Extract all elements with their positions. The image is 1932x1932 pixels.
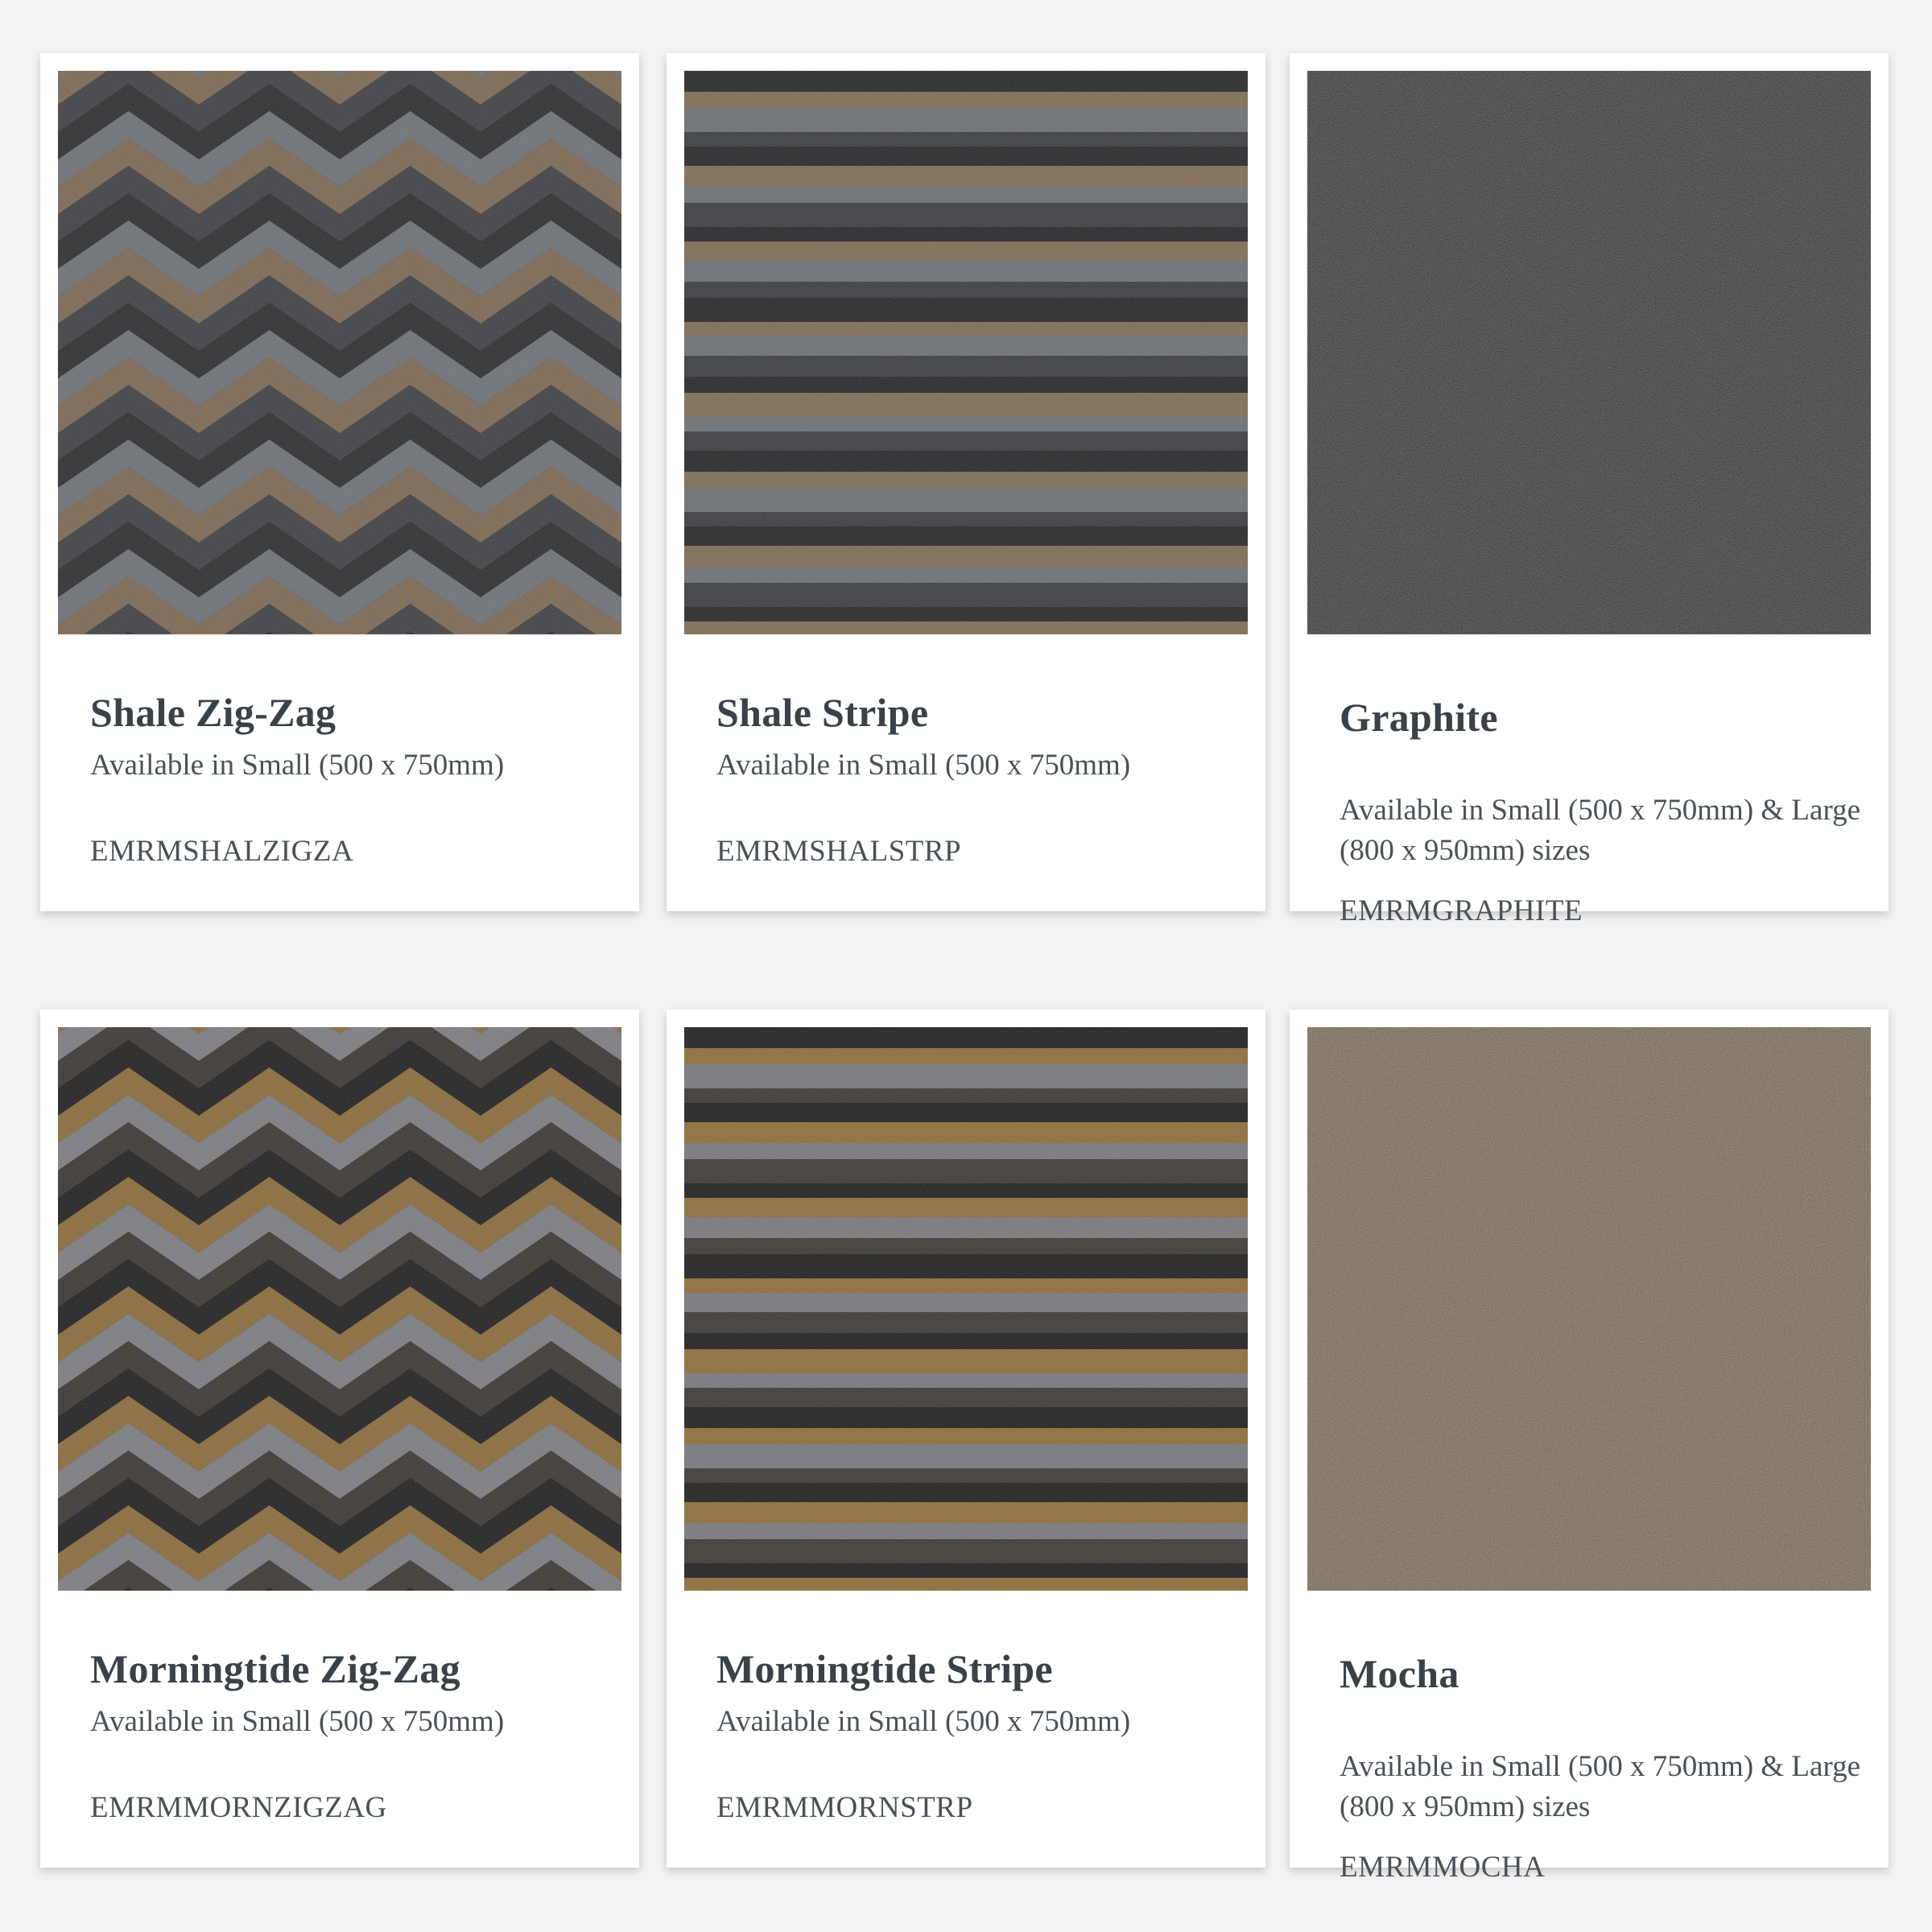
product-name[interactable]: Graphite bbox=[1340, 694, 1498, 741]
speckle-texture-icon[interactable] bbox=[1307, 1027, 1871, 1591]
zigzag-texture-icon[interactable] bbox=[58, 71, 621, 634]
speckle-texture-icon[interactable] bbox=[1307, 71, 1871, 634]
stripe-texture-icon[interactable] bbox=[684, 1027, 1248, 1591]
product-availability: Available in Small (500 x 750mm) bbox=[716, 1705, 1131, 1738]
product-name[interactable]: Morningtide Zig-Zag bbox=[90, 1645, 460, 1692]
product-name[interactable]: Shale Stripe bbox=[716, 689, 928, 736]
product-name[interactable]: Shale Zig-Zag bbox=[90, 689, 336, 736]
product-card[interactable]: Shale Stripe Available in Small (500 x 7… bbox=[667, 53, 1265, 911]
product-code: EMRMMORNZIGZAG bbox=[90, 1791, 387, 1824]
product-card[interactable]: Morningtide Zig-Zag Available in Small (… bbox=[40, 1009, 639, 1868]
swatch-image bbox=[58, 1027, 621, 1591]
product-code: EMRMSHALZIGZA bbox=[90, 835, 354, 868]
swatch-image bbox=[684, 1027, 1248, 1591]
product-availability: Available in Small (500 x 750mm) & Large… bbox=[1340, 1750, 1861, 1823]
zigzag-texture-icon[interactable] bbox=[58, 1027, 621, 1591]
product-code: EMRMGRAPHITE bbox=[1340, 894, 1583, 927]
product-card[interactable]: Graphite Available in Small (500 x 750mm… bbox=[1290, 53, 1889, 927]
product-name[interactable]: Mocha bbox=[1340, 1650, 1459, 1697]
swatch-image bbox=[1307, 1027, 1871, 1591]
product-availability: Available in Small (500 x 750mm) bbox=[90, 1705, 505, 1738]
product-name[interactable]: Morningtide Stripe bbox=[716, 1645, 1053, 1692]
swatch-image bbox=[1307, 71, 1871, 634]
product-code: EMRMMORNSTRP bbox=[716, 1791, 973, 1824]
product-code: EMRMMOCHA bbox=[1340, 1851, 1546, 1884]
swatch-image bbox=[58, 71, 621, 634]
stripe-texture-icon[interactable] bbox=[684, 71, 1248, 634]
product-availability: Available in Small (500 x 750mm) & Large… bbox=[1340, 794, 1861, 867]
product-availability: Available in Small (500 x 750mm) bbox=[716, 749, 1131, 782]
swatch-image bbox=[684, 71, 1248, 634]
product-code: EMRMSHALSTRP bbox=[716, 835, 962, 868]
product-card[interactable]: Morningtide Stripe Available in Small (5… bbox=[667, 1009, 1265, 1868]
product-card[interactable]: Shale Zig-Zag Available in Small (500 x … bbox=[40, 53, 639, 911]
product-availability: Available in Small (500 x 750mm) bbox=[90, 749, 505, 782]
product-card[interactable]: Mocha Available in Small (500 x 750mm) &… bbox=[1290, 1009, 1889, 1884]
